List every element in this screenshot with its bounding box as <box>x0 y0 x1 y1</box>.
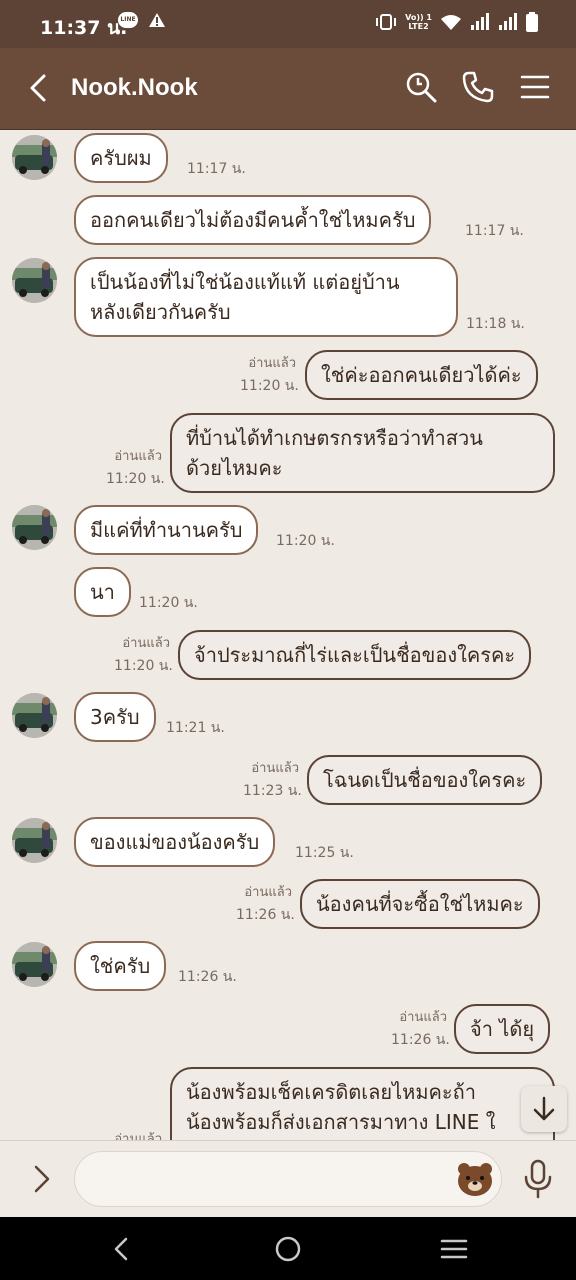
search-icon[interactable] <box>404 70 438 104</box>
message-line: หลังเดียวกันครับ <box>90 300 231 324</box>
message-input[interactable] <box>74 1151 502 1207</box>
message-time: 11:26 น. <box>178 969 237 985</box>
chat-area[interactable]: ครับผม 11:17 น. ออกคนเดียวไม่ต้องมีคนค้ำ… <box>0 130 576 1140</box>
avatar[interactable] <box>12 942 57 987</box>
message-time: 11:17 น. <box>187 161 246 177</box>
chevron-right-icon[interactable] <box>26 1163 58 1195</box>
message-bubble-incoming[interactable]: 3ครับ <box>74 692 156 742</box>
line-notification-icon: LINE <box>118 12 138 28</box>
message-bubble-incoming[interactable]: ครับผม <box>74 133 168 183</box>
nav-home-icon[interactable] <box>272 1233 304 1265</box>
nav-back-icon[interactable] <box>106 1233 138 1265</box>
message-time: 11:18 น. <box>466 316 525 332</box>
message-bubble-outgoing[interactable]: น้องคนที่จะซื้อใช่ไหมคะ <box>300 879 540 929</box>
message-line: เป็นน้องที่ไม่ใช่น้องแท้แท้ แต่อยู่บ้าน <box>90 270 400 294</box>
avatar[interactable] <box>12 135 57 180</box>
message-time: 11:25 น. <box>295 845 354 861</box>
message-time: 11:21 น. <box>166 720 225 736</box>
message-bubble-outgoing[interactable]: ใช่ค่ะออกคนเดียวได้ค่ะ <box>305 350 538 400</box>
wifi-icon <box>441 15 461 30</box>
message-line: น้องพร้อมก็ส่งเอกสารมาทาง LINE ใ <box>186 1110 496 1134</box>
message-time: 11:20 น. <box>114 658 173 674</box>
signal-icon-1 <box>471 13 489 30</box>
signal-icon-2 <box>499 13 517 30</box>
read-receipt: อ่านแล้ว <box>122 636 170 651</box>
message-bubble-outgoing[interactable]: จ้าประมาณกี่ไร่และเป็นชื่อของใครคะ <box>178 630 532 680</box>
message-bubble-incoming[interactable]: นา <box>74 567 131 617</box>
microphone-icon[interactable] <box>520 1159 556 1199</box>
chat-title: Nook.Nook <box>71 74 198 101</box>
message-line: น้องพร้อมเช็คเครดิตเลยไหมคะถ้า <box>186 1080 476 1104</box>
status-bar: 11:37 น. LINE Vo)) 1 LTE2 <box>0 0 576 48</box>
message-time: 11:17 น. <box>465 223 524 239</box>
sticker-icon[interactable] <box>456 1161 494 1197</box>
message-bubble-incoming[interactable]: ของแม่ของน้องครับ <box>74 817 276 867</box>
message-line: ที่บ้านได้ทำเกษตรกรหรือว่าทำสวน <box>186 426 483 450</box>
avatar[interactable] <box>12 693 57 738</box>
nav-recents-icon[interactable] <box>438 1233 470 1265</box>
message-bubble-incoming[interactable]: เป็นน้องที่ไม่ใช่น้องแท้แท้ แต่อยู่บ้าน … <box>74 257 458 337</box>
message-time: 11:23 น. <box>243 783 302 799</box>
read-receipt: อ่านแล้ว <box>244 885 292 900</box>
read-receipt: อ่านแล้ว <box>114 1132 162 1140</box>
scroll-to-bottom-button[interactable] <box>521 1086 567 1132</box>
read-receipt: อ่านแล้ว <box>399 1010 447 1025</box>
avatar[interactable] <box>12 258 57 303</box>
message-time: 11:20 น. <box>106 471 165 487</box>
avatar[interactable] <box>12 818 57 863</box>
avatar[interactable] <box>12 505 57 550</box>
volte-indicator: Vo)) 1 LTE2 <box>405 13 432 31</box>
message-bubble-incoming[interactable]: ออกคนเดียวไม่ต้องมีคนค้ำใช่ไหมครับ <box>74 195 432 245</box>
read-receipt: อ่านแล้ว <box>251 761 299 776</box>
system-navigation-bar <box>0 1217 576 1280</box>
message-bubble-outgoing[interactable]: โฉนดเป็นชื่อของใครคะ <box>307 755 543 805</box>
message-bubble-incoming[interactable]: มีแค่ที่ทำนานครับ <box>74 505 259 555</box>
warning-icon <box>149 13 165 27</box>
back-arrow-icon[interactable] <box>24 72 56 104</box>
read-receipt: อ่านแล้ว <box>114 449 162 464</box>
message-bubble-outgoing[interactable]: จ้า ได้ยุ <box>454 1004 551 1054</box>
menu-icon[interactable] <box>518 70 552 104</box>
message-time: 11:20 น. <box>139 595 198 611</box>
message-time: 11:20 น. <box>240 378 299 394</box>
chat-header: Nook.Nook <box>0 48 576 130</box>
phone-icon[interactable] <box>461 70 495 104</box>
status-time: 11:37 น. <box>40 17 128 39</box>
message-input-bar <box>0 1140 576 1217</box>
message-bubble-incoming[interactable]: ใช่ครับ <box>74 941 167 991</box>
arrow-down-icon <box>533 1096 555 1121</box>
message-line: ด้วยไหมคะ <box>186 456 283 480</box>
message-time: 11:26 น. <box>391 1032 450 1048</box>
message-time: 11:26 น. <box>236 907 295 923</box>
battery-icon <box>526 12 538 32</box>
message-bubble-outgoing[interactable]: น้องพร้อมเช็คเครดิตเลยไหมคะถ้า น้องพร้อม… <box>170 1067 555 1140</box>
vibrate-icon <box>376 14 397 30</box>
message-bubble-outgoing[interactable]: ที่บ้านได้ทำเกษตรกรหรือว่าทำสวน ด้วยไหมค… <box>170 413 555 493</box>
message-time: 11:20 น. <box>276 533 335 549</box>
read-receipt: อ่านแล้ว <box>248 356 296 371</box>
